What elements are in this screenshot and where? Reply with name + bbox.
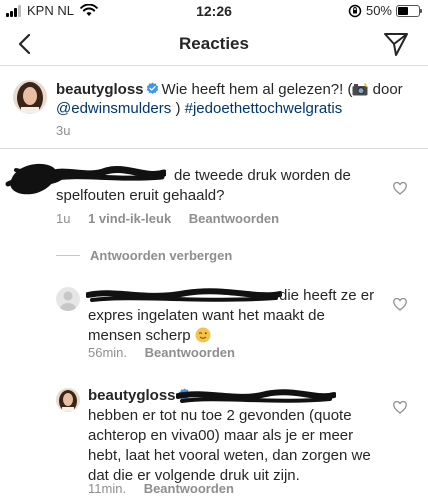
avatar-photo [13,80,47,114]
verified-badge-icon [146,82,158,94]
screen: KPN NL 12:26 50% Reacties beautygloss Wi… [0,0,428,500]
reply-body: die heeft ze er expres ingelaten want he… [88,287,375,344]
caption-text-before: Wie heeft hem al gelezen?! ( [161,81,353,98]
caption-meta: 3u [56,123,84,138]
caption-text-door: door [368,81,403,98]
comment-body: de tweede druk worden de spelfouten erui… [56,167,351,204]
comment-reply-button[interactable]: Beantwoorden [189,211,279,226]
caption-mention[interactable]: @edwinsmulders [56,100,171,117]
reply-meta: 11min. Beantwoorden [88,481,248,496]
caption-avatar[interactable] [13,80,47,114]
caption-hashtag[interactable]: #jedoethettochwelgratis [185,100,343,117]
reply-age: 11min. [88,481,127,496]
default-avatar-icon [60,291,76,311]
comment-text: de tweede druk worden de spelfouten erui… [56,166,366,206]
reply-age: 56min. [88,345,128,360]
caption-divider [0,148,428,149]
orientation-lock-icon [348,4,362,17]
wink-emoji-icon [195,327,211,343]
replies-toggle-line [56,255,80,256]
direct-send-icon[interactable] [382,30,410,58]
caption-age: 3u [56,123,71,138]
reply-reply-button[interactable]: Beantwoorden [144,481,234,496]
battery-percent: 50% [365,3,392,18]
camera-flash-emoji-icon [352,83,368,96]
like-heart-icon[interactable] [393,401,407,414]
reply-avatar-placeholder[interactable] [56,287,80,311]
reply-username[interactable]: beautygloss [88,387,176,404]
reply-text: die heeft ze er expres ingelaten want he… [88,286,378,346]
comment-likes[interactable]: 1 vind-ik-leuk [88,211,171,226]
redacted-mention-scribble [176,389,336,403]
caption-text: beautygloss Wie heeft hem al gelezen?! ( … [56,80,416,118]
page-title: Reacties [179,34,249,53]
caption-username[interactable]: beautygloss [56,81,144,98]
replies-toggle-label: Antwoorden verbergen [90,248,233,263]
like-heart-icon[interactable] [393,182,407,195]
battery-icon [396,4,422,17]
nav-divider [0,65,428,66]
status-right: 50% [348,3,422,18]
comment-meta: 1u 1 vind-ik-leuk Beantwoorden [56,211,293,226]
hide-replies-toggle[interactable]: Antwoorden verbergen [56,248,232,263]
caption-close-paren: ) [171,100,181,117]
reply-avatar[interactable] [56,388,80,412]
status-bar: KPN NL 12:26 50% [0,0,428,22]
like-heart-icon[interactable] [393,298,407,311]
battery-fill [398,6,408,15]
reply-reply-button[interactable]: Beantwoorden [145,345,235,360]
avatar-photo [56,388,80,412]
reply-body: hebben er tot nu toe 2 gevonden (quote a… [88,407,371,484]
reply-meta: 56min. Beantwoorden [88,345,249,360]
nav-bar: Reacties [0,22,428,66]
comment-age: 1u [56,211,71,226]
